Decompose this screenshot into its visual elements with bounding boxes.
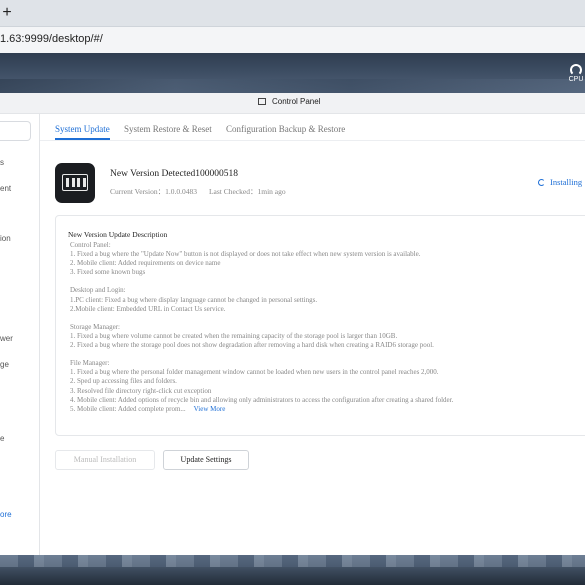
install-status-text: Installing — [550, 177, 583, 187]
description-line: 3. Fixed some known bugs — [70, 268, 146, 277]
description-truncated-line: 5. Mobile client: Added complete prom... — [70, 404, 186, 413]
window-title: Control Panel — [258, 97, 320, 106]
update-description-panel: New Version Update Description Control P… — [55, 215, 585, 436]
view-more-link[interactable]: View More — [194, 405, 226, 413]
description-lines: Control Panel: 1. Fixed a bug where the … — [70, 241, 585, 427]
description-line-last: 5. Mobile client: Added complete prom...… — [70, 405, 585, 414]
sidebar-item[interactable]: e — [0, 434, 4, 443]
sidebar-item[interactable]: ent — [0, 184, 11, 193]
tab-configuration-backup-restore[interactable]: Configuration Backup & Restore — [226, 124, 345, 134]
window-title-text: Control Panel — [272, 97, 321, 106]
sidebar-item[interactable]: s — [0, 158, 4, 167]
cpu-widget[interactable]: CPU — [567, 64, 585, 86]
new-tab-button[interactable]: + — [0, 3, 14, 23]
tab-system-restore-reset[interactable]: System Restore & Reset — [124, 124, 212, 134]
update-settings-button[interactable]: Update Settings — [163, 450, 249, 470]
version-meta: Current Version：1.0.0.0483 Last Checked：1… — [110, 186, 298, 197]
control-panel-icon — [258, 98, 266, 105]
loading-spinner-icon — [538, 179, 545, 186]
description-line: 1.PC client: Fixed a bug where display l… — [70, 295, 318, 304]
description-line: Storage Manager: — [70, 322, 120, 331]
tab-divider — [40, 140, 585, 141]
sidebar-item[interactable]: ge — [0, 360, 9, 369]
cpu-label: CPU — [568, 76, 584, 83]
current-version: Current Version：1.0.0.0483 — [110, 187, 197, 196]
window-titlebar[interactable]: Control Panel — [0, 93, 585, 114]
tab-system-update[interactable]: System Update — [55, 124, 110, 134]
install-status: Installing — [538, 177, 582, 187]
description-line: 4. Mobile client: Added options of recyc… — [70, 395, 454, 404]
sidebar-search-input[interactable] — [0, 121, 31, 141]
cpu-gauge-icon — [570, 64, 582, 76]
description-line: 1. Fixed a bug where the "Update Now" bu… — [70, 250, 421, 259]
desktop-wallpaper-bottom — [0, 555, 585, 585]
description-line: 2. Sped up accessing files and folders. — [70, 377, 177, 386]
description-line: 1. Fixed a bug where the personal folder… — [70, 368, 439, 377]
description-line: 1. Fixed a bug where volume cannot be cr… — [70, 331, 398, 340]
control-panel-window: Control Panel s ent ion wer ge e ore Sys… — [0, 93, 585, 555]
description-line: 2. Fixed a bug where the storage pool do… — [70, 341, 434, 350]
description-line: 2.Mobile client: Embedded URL in Contact… — [70, 304, 226, 313]
description-heading: New Version Update Description — [68, 230, 168, 239]
description-line: Desktop and Login: — [70, 286, 126, 295]
desktop-wallpaper-top — [0, 53, 585, 93]
description-line: Control Panel: — [70, 241, 111, 249]
nas-device-icon — [55, 163, 95, 203]
manual-installation-button[interactable]: Manual Installation — [55, 450, 155, 470]
description-line: File Manager: — [70, 359, 110, 368]
sidebar: s ent ion wer ge e ore — [0, 114, 40, 555]
sidebar-link[interactable]: ore — [0, 510, 12, 519]
address-bar[interactable]: 1.63:9999/desktop/#/ — [0, 27, 585, 54]
sidebar-item[interactable]: wer — [0, 334, 13, 343]
last-checked: Last Checked：1min ago — [208, 187, 286, 196]
description-line: 3. Resolved file directory right-click c… — [70, 386, 212, 395]
browser-tab-bar: + — [0, 0, 585, 27]
url-text[interactable]: 1.63:9999/desktop/#/ — [0, 33, 103, 45]
sidebar-item[interactable]: ion — [0, 234, 11, 243]
description-line: 2. Mobile client: Added requirements on … — [70, 259, 221, 268]
new-version-title: New Version Detected100000518 — [110, 169, 239, 179]
